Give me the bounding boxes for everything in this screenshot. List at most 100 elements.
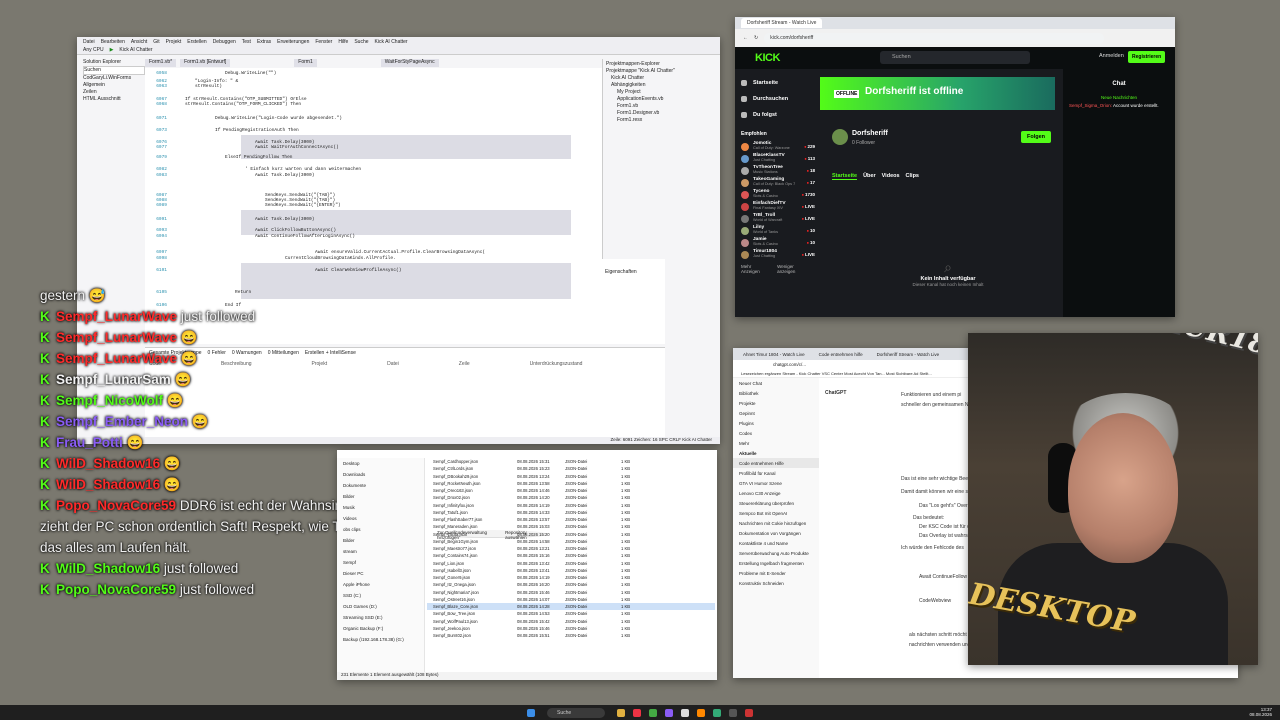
back-icon[interactable]: ←	[743, 35, 748, 41]
sidebar-channel[interactable]: EinfachDiefTVFinal Fantasy XIVLIVE	[735, 201, 817, 212]
file-row[interactable]: Sempf_Begin1Gym.json 08.08.2026 14:58 JSON…	[427, 538, 715, 545]
nav-browse[interactable]: Durchsuchen	[735, 91, 817, 107]
sidebar-channel[interactable]: LilnyWorld of Tanks10	[735, 225, 817, 236]
run-button[interactable]: ▶	[110, 47, 114, 53]
tab-about[interactable]: Über	[863, 173, 876, 180]
menu-item[interactable]: Bearbeiten	[101, 39, 125, 45]
file-row[interactable]: Sempf_Contains74.json 08.08.2026 15:16 JSO…	[427, 552, 715, 559]
solution-item[interactable]: Kick AI Chatter	[603, 75, 712, 82]
menu-item[interactable]: Kick AI Chatter	[375, 39, 408, 45]
sidebar-item[interactable]: Kontaktliste 4 und Name	[733, 538, 819, 548]
error-column-header[interactable]: Unterdrückungszustand	[530, 361, 583, 368]
app-icon[interactable]	[633, 708, 641, 717]
menu-item[interactable]: Test	[242, 39, 251, 45]
menu-item[interactable]: Fenster	[315, 39, 332, 45]
sidebar-item[interactable]: Konstruktiv Schneiden	[733, 578, 819, 588]
sidebar-channel[interactable]: Timur1804Just ChattingLIVE	[735, 249, 817, 260]
file-row[interactable]: Sempf_Cardhopper.json 08.08.2026 15:31 JSO…	[427, 458, 715, 465]
sidebar-item[interactable]: Gepinnt	[733, 408, 819, 418]
menu-item[interactable]: Extras	[257, 39, 271, 45]
menu-item[interactable]: Ansicht	[131, 39, 147, 45]
solution-item[interactable]: Form1.resx	[603, 117, 712, 124]
toolbox-item[interactable]: Zeilen	[83, 89, 145, 96]
nav-item[interactable]: Sempf	[337, 557, 424, 568]
chat-user[interactable]: Sempf_Sigma_Orion:	[1069, 103, 1112, 108]
sidebar-item[interactable]: Lenovo C30 Anzeige	[733, 488, 819, 498]
sidebar-item[interactable]: Serverüberwachung Auto Produkte	[733, 548, 819, 558]
nav-item[interactable]: Apple iPhone	[337, 579, 424, 590]
register-button[interactable]: Registrieren	[1128, 51, 1166, 63]
nav-item[interactable]: Desktop	[337, 458, 424, 469]
menu-item[interactable]: Erweiterungen	[277, 39, 309, 45]
avatar[interactable]	[832, 129, 848, 145]
app-icon[interactable]	[681, 708, 689, 717]
tab-home[interactable]: Startseite	[832, 173, 858, 180]
file-row[interactable]: Sempf_WolfPaul13.json 08.08.2026 15:42 JSO…	[427, 618, 715, 625]
tab-videos[interactable]: Videos	[882, 173, 900, 180]
menu-item[interactable]: Datei	[83, 39, 95, 45]
error-column-header[interactable]: Zeile	[459, 361, 470, 368]
new-messages-label[interactable]: Neue Nachrichten	[1063, 95, 1175, 100]
file-row[interactable]: Sempf_RocketNeuth.json 08.08.2026 13:58 JS…	[427, 480, 715, 487]
file-row[interactable]: Sempf_Itz_Onega.json 08.08.2026 16:20 JSON…	[427, 581, 715, 588]
sidebar-item[interactable]: Dokumentation von Vorgängen	[733, 528, 819, 538]
nav-item[interactable]: obs clips	[337, 524, 424, 535]
browser-tab[interactable]: Ahnet Timur 1804 - Watch Live	[743, 352, 805, 357]
sidebar-item[interactable]: Bibliothek	[733, 388, 819, 398]
sidebar-item[interactable]: Neuer Chat	[733, 378, 819, 388]
app-icon[interactable]	[745, 708, 753, 717]
show-less-link[interactable]: Weniger anzeigen	[777, 264, 811, 274]
nav-home[interactable]: Startseite	[735, 75, 817, 91]
nav-item[interactable]: Streaming SSD (E:)	[337, 612, 424, 623]
file-row[interactable]: Sempf_Infinityfox.json 08.08.2026 14:19 JS…	[427, 502, 715, 509]
member-dropdown[interactable]: Form1	[294, 59, 317, 67]
browser-tab[interactable]: Dorfsheriff Stream - Watch Live	[877, 352, 940, 357]
toolbox-item[interactable]: Allgemein	[83, 82, 145, 89]
model-selector[interactable]: ChatGPT	[825, 390, 846, 396]
tab-form1-code[interactable]: Form1.vb*	[145, 59, 177, 67]
file-row[interactable]: Sempf_Drox02.json 08.08.2026 14:20 JSON-Da…	[427, 494, 715, 501]
nav-item[interactable]: stream	[337, 546, 424, 557]
sidebar-item[interactable]: Projekte	[733, 398, 819, 408]
chrome-icon[interactable]	[713, 708, 721, 717]
menu-item[interactable]: Erstellen	[187, 39, 206, 45]
solution-item[interactable]: Abhängigkeiten	[603, 82, 712, 89]
sidebar-channel[interactable]: TycenoSlots & Casino1730	[735, 189, 817, 200]
kick-logo[interactable]: KICK	[755, 52, 780, 64]
tab-form1-design[interactable]: Form1.vb [Entwurf]	[180, 59, 231, 67]
file-row[interactable]: Sempf_Goner9.json 08.08.2026 14:19 JSON-Da…	[427, 574, 715, 581]
solution-item[interactable]: Form1.vb	[603, 103, 712, 110]
sidebar-item[interactable]: Code entnehmen Hilfe	[733, 458, 819, 468]
tab-clips[interactable]: Clips	[906, 173, 919, 180]
file-row[interactable]: Sempf_Tacita.json 08.08.2026 15:20 JSON-Da…	[427, 531, 715, 538]
file-row[interactable]: Sempf_Maestro77.json 08.08.2026 13:21 JSON…	[427, 545, 715, 552]
nav-item[interactable]: Backup (\192.168.178.38) (G:)	[337, 634, 424, 645]
menu-item[interactable]: Hilfe	[338, 39, 348, 45]
toolbox-item[interactable]: CodGaryLi.WinForms	[83, 75, 145, 82]
app-icon[interactable]	[729, 708, 737, 717]
nav-following[interactable]: Du folgst	[735, 107, 817, 123]
taskbar-search[interactable]: Suche	[547, 707, 605, 718]
sidebar-item[interactable]: Aktuelle	[733, 448, 819, 458]
sidebar-item[interactable]: Mehr	[733, 438, 819, 448]
sidebar-channel[interactable]: TakeoGamingCall of Duty: Black Ops 717	[735, 177, 817, 188]
file-row[interactable]: Sempf_Maneraden.json 08.08.2026 15:03 JSON…	[427, 523, 715, 530]
nav-item[interactable]: OLD Games (D:)	[337, 601, 424, 612]
browser-tab[interactable]: Dorfsheriff Stream - Watch Live	[741, 18, 823, 28]
explorer-icon[interactable]	[617, 708, 625, 717]
sidebar-item[interactable]: Plugins	[733, 418, 819, 428]
nav-item[interactable]: Bilder	[337, 491, 424, 502]
file-row[interactable]: Sempf_Jeekoo.json 08.08.2026 15:46 JSON-Da…	[427, 625, 715, 632]
solution-item[interactable]: ApplicationEvents.vb	[603, 96, 712, 103]
file-row[interactable]: Sempf_Isabell3.json 08.08.2026 13:41 JSON-…	[427, 567, 715, 574]
login-button[interactable]: Anmelden	[1099, 53, 1124, 59]
kick-search-input[interactable]: Suchen	[880, 51, 1030, 64]
visual-studio-icon[interactable]	[665, 708, 673, 717]
nav-item[interactable]: Downloads	[337, 469, 424, 480]
solution-item[interactable]: Projektmappe "Kick AI Chatter"	[603, 68, 712, 75]
start-icon[interactable]	[527, 708, 535, 717]
follow-button[interactable]: Folgen	[1021, 131, 1052, 143]
sidebar-channel[interactable]: JomoticCall of Duty: Warzone229	[735, 141, 817, 152]
sidebar-item[interactable]: Nachrichten mit Cokie hinzufügen	[733, 518, 819, 528]
nav-item[interactable]: Dieser PC	[337, 568, 424, 579]
